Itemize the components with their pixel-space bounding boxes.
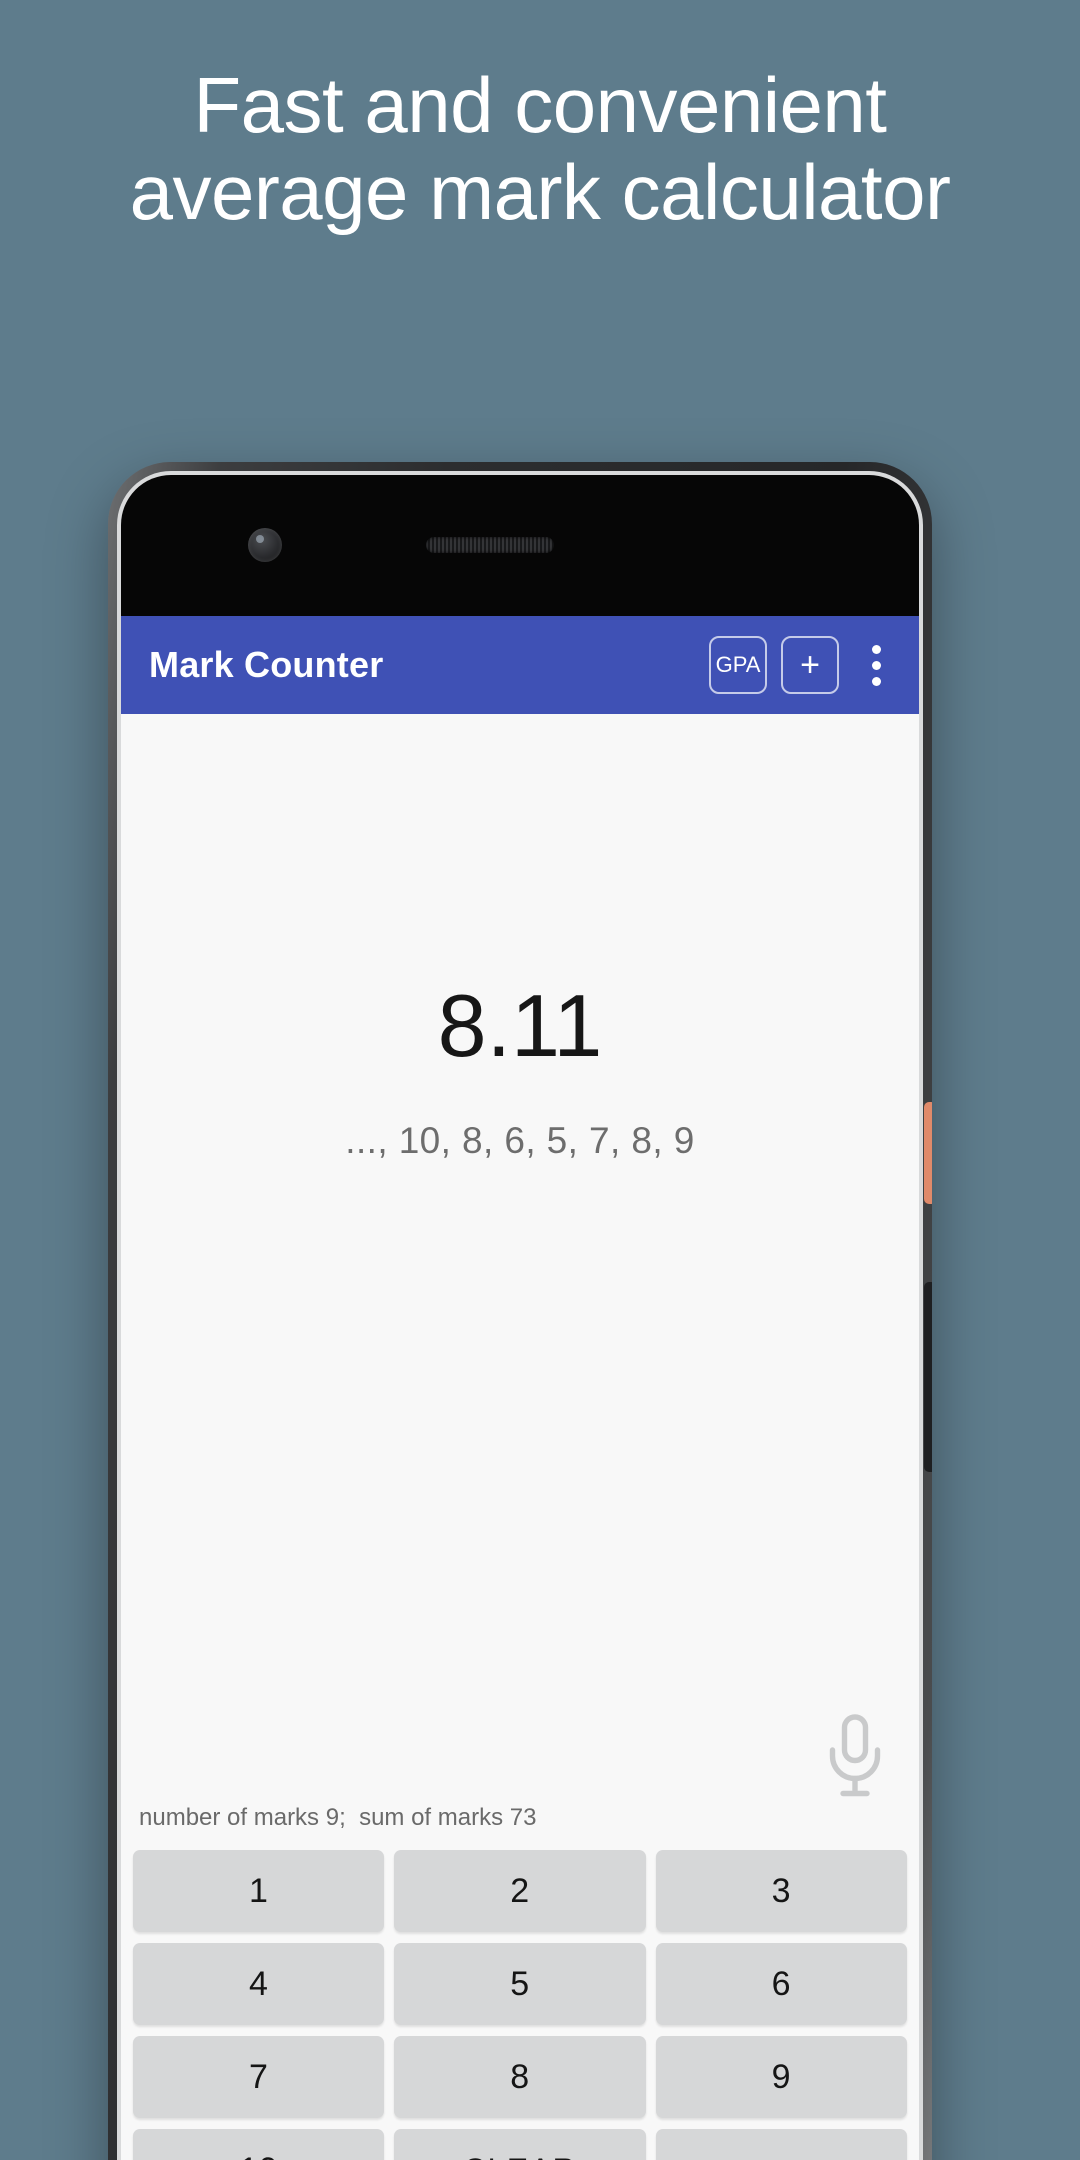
- status-summary: number of marks 9; sum of marks 73: [139, 1804, 537, 1831]
- key-4[interactable]: 4: [133, 1943, 385, 2025]
- phone-device-mockup: Mark Counter GPA + 8.11 ..., 10, 8, 6, 5…: [108, 462, 932, 2160]
- plus-icon: +: [800, 646, 820, 684]
- key-backspace[interactable]: ←: [655, 2129, 907, 2160]
- overflow-dot: [871, 676, 881, 686]
- key-2[interactable]: 2: [394, 1850, 646, 1932]
- microphone-icon[interactable]: [819, 1710, 891, 1802]
- key-10[interactable]: 10: [133, 2129, 385, 2160]
- front-camera-icon: [248, 528, 282, 562]
- promo-headline: Fast and convenient average mark calcula…: [0, 61, 1080, 237]
- volume-button[interactable]: [924, 1282, 932, 1472]
- keypad: 1 2 3 4 5 6 7 8 9 10: [121, 1850, 919, 2160]
- power-button[interactable]: [924, 1102, 932, 1204]
- device-screen: Mark Counter GPA + 8.11 ..., 10, 8, 6, 5…: [121, 475, 919, 2160]
- gpa-button-label: GPA: [715, 652, 761, 677]
- key-1[interactable]: 1: [133, 1850, 385, 1932]
- earpiece-speaker-icon: [426, 537, 554, 553]
- key-9[interactable]: 9: [655, 2036, 907, 2118]
- marks-list: ..., 10, 8, 6, 5, 7, 8, 9: [345, 1120, 695, 1161]
- key-6[interactable]: 6: [655, 1943, 907, 2025]
- overflow-menu-icon[interactable]: [851, 634, 901, 696]
- app-title: Mark Counter: [149, 644, 384, 685]
- overflow-dot: [871, 644, 881, 654]
- result-display: 8.11 ..., 10, 8, 6, 5, 7, 8, 9 number of…: [121, 714, 919, 1850]
- keypad-row: 7 8 9: [133, 2036, 907, 2118]
- key-clear[interactable]: CLEAR: [394, 2129, 646, 2160]
- promo-headline-line-1: Fast and convenient: [193, 61, 887, 149]
- gpa-button[interactable]: GPA: [709, 636, 767, 694]
- key-3[interactable]: 3: [655, 1850, 907, 1932]
- keypad-row: 1 2 3: [133, 1850, 907, 1932]
- average-value: 8.11: [437, 976, 603, 1075]
- device-sensor-row: [121, 525, 919, 565]
- overflow-dot: [871, 660, 881, 670]
- app-bar: Mark Counter GPA +: [121, 616, 919, 714]
- add-mark-button[interactable]: +: [781, 636, 839, 694]
- key-8[interactable]: 8: [394, 2036, 646, 2118]
- device-bezel: Mark Counter GPA + 8.11 ..., 10, 8, 6, 5…: [117, 471, 923, 2160]
- key-7[interactable]: 7: [133, 2036, 385, 2118]
- keypad-row: 4 5 6: [133, 1943, 907, 2025]
- key-5[interactable]: 5: [394, 1943, 646, 2025]
- app-viewport: Mark Counter GPA + 8.11 ..., 10, 8, 6, 5…: [121, 616, 919, 2160]
- keypad-row: 10 CLEAR ←: [133, 2129, 907, 2160]
- promo-headline-line-2: average mark calculator: [129, 148, 951, 237]
